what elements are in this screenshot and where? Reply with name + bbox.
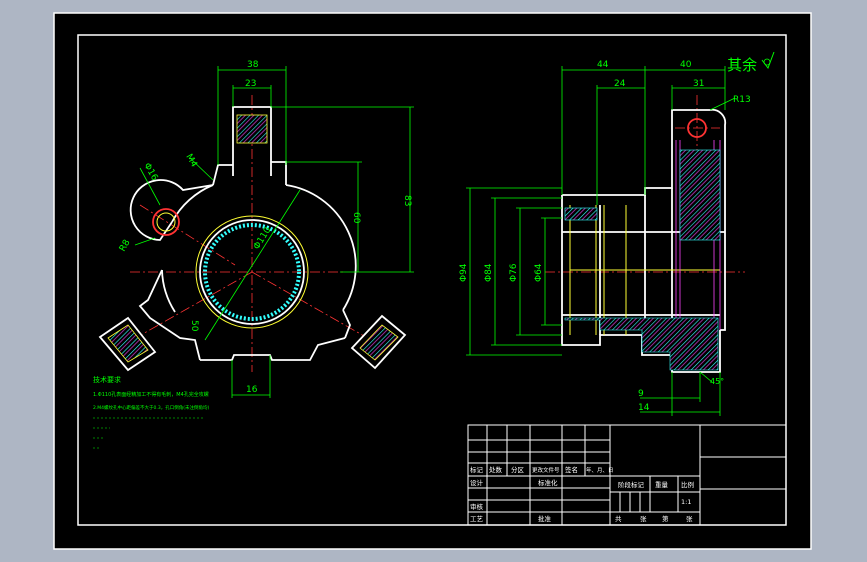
dim-height-inner: 60: [351, 212, 361, 224]
tb-date: 年、月、日: [586, 466, 614, 474]
dim-top-outer: 38: [247, 60, 259, 70]
tb-change-doc: 更改文件号: [532, 466, 560, 474]
tb-count: 处数: [489, 465, 503, 474]
tb-sheet-unit-1: 张: [640, 514, 647, 523]
tb-sheet-unit-2: 张: [686, 514, 693, 523]
tech-line-1: 1.Φ110孔表面经精加工不得有毛刺，M4孔完全攻螺: [93, 391, 209, 398]
tb-weight: 重量: [655, 481, 669, 489]
dim-angle-45: 45°: [710, 377, 724, 386]
tb-sheet-no: 第: [662, 514, 669, 523]
tb-standard: 标准化: [538, 478, 558, 487]
dim-40: 40: [680, 60, 692, 70]
dim-r13: R13: [733, 95, 751, 105]
side-upper-hatch: [564, 207, 598, 221]
dim-d76: Φ76: [509, 263, 519, 282]
dim-d84: Φ84: [484, 263, 494, 282]
dim-bottom-width: 16: [246, 385, 258, 395]
dim-height-outer: 83: [402, 195, 412, 206]
surface-note: 其余: [727, 56, 757, 74]
dim-14: 14: [638, 403, 650, 413]
dim-top-inner: 23: [245, 79, 256, 89]
dim-angle: 50: [189, 320, 199, 332]
tb-sheet-total: 共: [615, 514, 622, 523]
tb-scale-value: 1:1: [681, 498, 691, 506]
drawing-sheet: [53, 12, 812, 550]
drawing-canvas: 38 23 83 60 Φ16 R8 M4 Φ110 50 16 44 40 2…: [53, 12, 812, 550]
tech-title: 技术要求: [93, 375, 121, 384]
side-lug-hatch: [679, 149, 721, 241]
tb-process: 工艺: [470, 515, 484, 523]
tb-review: 审核: [470, 502, 484, 511]
dim-d64: Φ64: [534, 263, 544, 282]
dim-44: 44: [597, 60, 609, 70]
tb-zone: 分区: [511, 465, 525, 474]
dim-24: 24: [614, 79, 626, 89]
tb-scale-label: 比例: [681, 480, 694, 489]
tb-design: 设计: [470, 478, 484, 487]
front-top-hatch: [236, 114, 268, 144]
dim-d94: Φ94: [459, 263, 469, 282]
tb-mark: 标记: [470, 465, 484, 474]
tech-line-2: 2.M4螺纹孔中心距偏差不大于0.3，孔口倒角(未注倒角均): [93, 404, 209, 411]
tb-stage-marks: 阶段标记: [618, 480, 645, 489]
tb-sign: 签名: [565, 465, 578, 474]
dim-31: 31: [693, 79, 704, 89]
tb-approve: 批准: [538, 514, 552, 523]
dim-9: 9: [638, 389, 644, 399]
